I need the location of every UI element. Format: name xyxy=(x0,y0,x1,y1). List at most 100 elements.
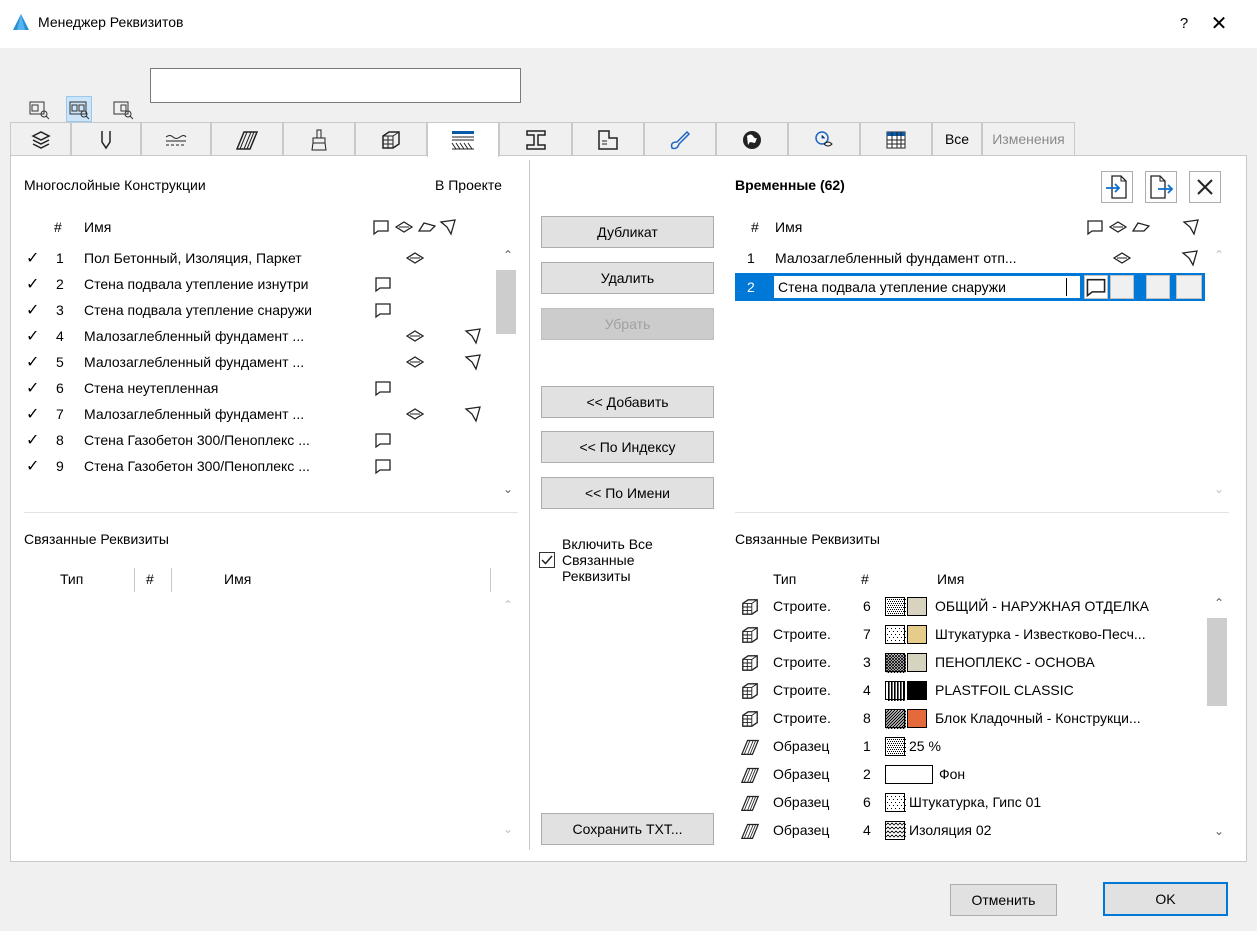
list-item[interactable]: ✓ 2 Стена подвала утепление изнутри xyxy=(24,272,492,298)
in-project-label: В Проекте xyxy=(435,177,502,193)
linked-attribute-row[interactable]: Строите. 8 Блок Кладочный - Конструкци... xyxy=(735,706,1205,732)
col-name-header[interactable]: Имя xyxy=(84,219,111,243)
row-num: 4 xyxy=(56,328,64,344)
include-all-label[interactable]: Включить Все Связанные Реквизиты xyxy=(562,536,692,584)
tab-layers[interactable] xyxy=(10,122,71,156)
duplicate-button[interactable]: Дубликат xyxy=(541,216,714,248)
scrollbar-thumb[interactable] xyxy=(1207,618,1227,706)
project-composites-list[interactable]: # Имя ✓ 1 Пол Бетонный, Изоляция, Паркет ✓ 2… xyxy=(24,216,519,506)
linked-col-name[interactable]: Имя xyxy=(937,571,964,595)
row-name: Малозаглебленный фундамент отп... xyxy=(775,250,1017,266)
scroll-up-arrow[interactable]: ⌃ xyxy=(1211,248,1227,264)
list-item[interactable]: ✓ 6 Стена неутепленная xyxy=(24,376,492,402)
tab-composites[interactable] xyxy=(427,122,499,157)
list-item[interactable]: ✓ 5 Малозаглебленный фундамент ... xyxy=(24,350,492,376)
remove-button[interactable]: Убрать xyxy=(541,308,714,340)
tab-building-materials[interactable] xyxy=(355,122,427,156)
scroll-up-arrow[interactable]: ⌃ xyxy=(1211,596,1227,612)
close-file-button[interactable] xyxy=(1189,171,1221,203)
list-item[interactable]: ✓ 1 Пол Бетонный, Изоляция, Паркет xyxy=(24,246,492,272)
ok-button[interactable]: OK xyxy=(1103,882,1228,916)
tab-changes[interactable]: Изменения xyxy=(982,122,1075,156)
import-button[interactable] xyxy=(1101,171,1133,203)
brush-icon xyxy=(311,129,327,150)
by-index-button[interactable]: << По Индексу xyxy=(541,431,714,463)
include-all-checkbox[interactable] xyxy=(539,552,555,568)
building-material-icon xyxy=(741,598,759,616)
export-button[interactable] xyxy=(1145,171,1177,203)
col-eye-icon[interactable] xyxy=(1109,218,1127,242)
pattern-swatch xyxy=(885,681,905,701)
scroll-up-arrow[interactable]: ⌃ xyxy=(500,598,516,614)
tab-pens[interactable] xyxy=(71,122,141,156)
temp-row-selected[interactable]: 2 Стена подвала утепление снаружи xyxy=(735,273,1205,301)
linked-col-type[interactable]: Тип xyxy=(60,571,83,595)
tab-line-types[interactable] xyxy=(141,122,211,156)
linked-attribute-row[interactable]: Строите. 6 ОБЩИЙ - НАРУЖНАЯ ОТДЕЛКА xyxy=(735,594,1205,620)
eye-cell[interactable] xyxy=(1110,275,1134,299)
col-wall-icon[interactable] xyxy=(1086,218,1104,242)
list-item[interactable]: ✓ 4 Малозаглебленный фундамент ... xyxy=(24,324,492,350)
scroll-down-arrow[interactable]: ⌄ xyxy=(1211,824,1227,840)
linked-attribute-row[interactable]: Строите. 4 PLASTFOIL CLASSIC xyxy=(735,678,1205,704)
col-shell-icon[interactable] xyxy=(439,218,457,242)
help-button[interactable]: ? xyxy=(1170,10,1198,38)
col-shell-icon[interactable] xyxy=(1182,218,1200,242)
list-item[interactable]: ✓ 3 Стена подвала утепление снаружи xyxy=(24,298,492,324)
linked-attribute-row[interactable]: Образец 1 25 % xyxy=(735,734,1205,760)
col-eye-icon[interactable] xyxy=(395,218,413,242)
tab-profiles[interactable] xyxy=(499,122,572,156)
tab-markup-styles[interactable] xyxy=(644,122,716,156)
save-txt-button[interactable]: Сохранить ТХТ... xyxy=(541,813,714,845)
linked-attribute-row[interactable]: Строите. 7 Штукатурка - Известково-Песч... xyxy=(735,622,1205,648)
linked-col-type[interactable]: Тип xyxy=(773,571,796,595)
linked-attribute-row[interactable]: Строите. 3 ПЕНОПЛЕКС - ОСНОВА xyxy=(735,650,1205,676)
tab-property-sets[interactable] xyxy=(860,122,932,156)
view-mode-right-icon[interactable] xyxy=(110,96,136,122)
col-name-header[interactable]: Имя xyxy=(775,219,802,243)
linked-attribute-row[interactable]: Образец 4 Изоляция 02 xyxy=(735,818,1205,844)
left-linked-list[interactable]: Тип # Имя ⌃ ⌄ xyxy=(24,566,519,846)
temporary-list[interactable]: # Имя 1 Малозаглебленный фундамент отп..… xyxy=(735,216,1230,506)
scroll-up-arrow[interactable]: ⌃ xyxy=(500,248,516,264)
col-roof-icon[interactable] xyxy=(1132,218,1150,242)
search-input[interactable] xyxy=(150,68,521,103)
view-mode-both-icon[interactable] xyxy=(66,96,92,122)
rename-field[interactable]: Стена подвала утепление снаружи xyxy=(773,275,1081,299)
col-wall-icon[interactable] xyxy=(372,218,390,242)
row-name: Пол Бетонный, Изоляция, Паркет xyxy=(84,250,302,266)
wall-cell[interactable] xyxy=(1084,275,1108,299)
scrollbar-thumb[interactable] xyxy=(496,270,516,334)
add-button[interactable]: << Добавить xyxy=(541,386,714,418)
linked-attribute-row[interactable]: Образец 6 Штукатурка, Гипс 01 xyxy=(735,790,1205,816)
view-mode-left-icon[interactable] xyxy=(26,96,52,122)
tab-fills[interactable] xyxy=(211,122,283,156)
cancel-button[interactable]: Отменить xyxy=(950,884,1057,916)
linked-col-num[interactable]: # xyxy=(146,571,154,595)
tab-zone-categories[interactable] xyxy=(572,122,644,156)
linked-attribute-row[interactable]: Образец 2 Фон xyxy=(735,762,1205,788)
layers-icon xyxy=(30,130,51,149)
col-roof-icon[interactable] xyxy=(418,218,436,242)
tab-surfaces[interactable] xyxy=(283,122,355,156)
list-item[interactable]: ✓ 8 Стена Газобетон 300/Пеноплекс ... xyxy=(24,428,492,454)
linked-col-name[interactable]: Имя xyxy=(224,571,251,595)
temp-row[interactable]: 1 Малозаглебленный фундамент отп... xyxy=(735,246,1205,272)
tab-mep-systems[interactable] xyxy=(788,122,860,156)
linked-col-num[interactable]: # xyxy=(861,571,869,595)
close-button[interactable]: ✕ xyxy=(1205,10,1233,38)
delete-button[interactable]: Удалить xyxy=(541,262,714,294)
scroll-down-arrow[interactable]: ⌄ xyxy=(1211,482,1227,498)
by-name-button[interactable]: << По Имени xyxy=(541,477,714,509)
list-item[interactable]: ✓ 7 Малозаглебленный фундамент ... xyxy=(24,402,492,428)
list-item[interactable]: ✓ 9 Стена Газобетон 300/Пеноплекс ... xyxy=(24,454,492,480)
roof-cell[interactable] xyxy=(1146,275,1170,299)
scroll-down-arrow[interactable]: ⌄ xyxy=(500,482,516,498)
col-num-header[interactable]: # xyxy=(54,219,62,243)
right-linked-list[interactable]: Тип # Имя Строите. 6 ОБЩИЙ - НАРУЖНАЯ ОТДЕ… xyxy=(735,566,1230,848)
col-num-header[interactable]: # xyxy=(751,219,759,243)
tab-all[interactable]: Все xyxy=(932,122,982,156)
tab-operation-profiles[interactable] xyxy=(716,122,788,156)
shell-cell[interactable] xyxy=(1176,275,1202,299)
scroll-down-arrow[interactable]: ⌄ xyxy=(500,822,516,838)
